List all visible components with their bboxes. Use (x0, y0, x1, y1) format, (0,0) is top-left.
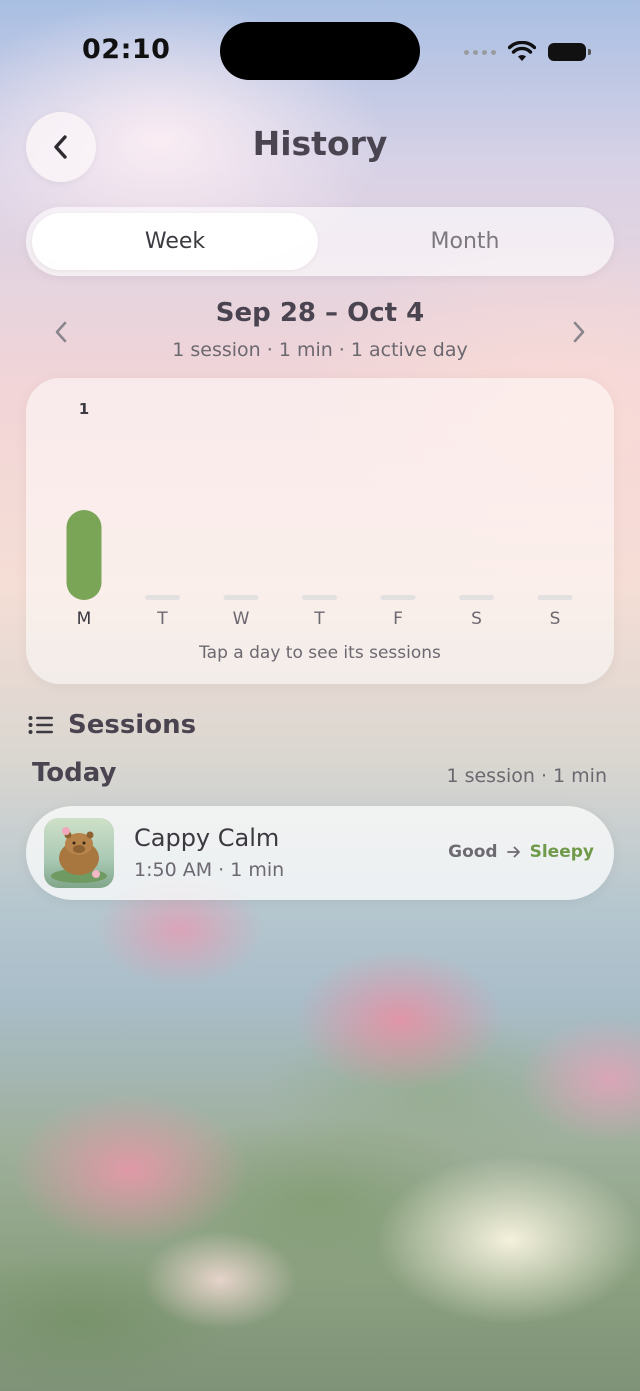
range-title: Sep 28 – Oct 4 (215, 298, 425, 328)
period-segmented-control: Week Month (26, 207, 614, 276)
sessions-title: Sessions (68, 710, 197, 740)
group-summary: 1 session · 1 min (446, 765, 607, 787)
chart-day-label[interactable]: W (233, 609, 250, 629)
chart-day-label[interactable]: S (550, 609, 561, 629)
arrow-right-icon (506, 846, 520, 858)
chart-day-label[interactable]: S (471, 609, 482, 629)
chart-day-label[interactable]: T (156, 609, 168, 629)
session-title: Cappy Calm (134, 824, 280, 852)
session-item[interactable]: Cappy Calm 1:50 AM · 1 min Good Sleepy (26, 806, 614, 900)
chart-day-label[interactable]: F (393, 609, 403, 629)
sessions-header: Sessions (28, 710, 196, 740)
cellular-signal-icon (464, 49, 496, 55)
group-label: Today (32, 758, 117, 788)
chart-bar-empty[interactable] (302, 595, 337, 600)
page-title: History (252, 124, 388, 163)
session-meta: 1:50 AM · 1 min (134, 859, 285, 881)
tab-month[interactable]: Month (322, 213, 608, 270)
chart-bar-empty[interactable] (145, 595, 180, 600)
chart-bar-empty[interactable] (380, 595, 416, 600)
weekly-chart-card: 1 M T W T F S S (26, 378, 614, 684)
chevron-right-icon (573, 321, 585, 343)
chart-day-label[interactable]: T (313, 609, 325, 629)
status-time: 02:10 (82, 34, 171, 65)
chart-bar-empty[interactable] (459, 595, 494, 600)
list-icon (28, 716, 53, 734)
chart-bar-empty[interactable] (537, 595, 573, 600)
session-thumbnail (44, 818, 114, 888)
chart-day-label[interactable]: M (77, 609, 92, 629)
chart-hint: Tap a day to see its sessions (199, 643, 441, 663)
next-week-button[interactable] (561, 314, 597, 350)
chart-bar-empty[interactable] (223, 595, 259, 600)
dynamic-island (220, 22, 420, 80)
mood-change: Good Sleepy (448, 842, 594, 862)
chart-bar[interactable] (66, 510, 102, 600)
weekly-bar-chart: 1 M T W T F S S (66, 400, 573, 629)
status-icons (464, 38, 591, 66)
mood-before: Good (448, 842, 498, 862)
battery-icon (548, 43, 591, 61)
wifi-icon (508, 41, 536, 61)
tab-week[interactable]: Week (32, 213, 318, 270)
mood-after: Sleepy (529, 842, 594, 862)
range-summary: 1 session · 1 min · 1 active day (172, 339, 468, 361)
chart-data-label: 1 (79, 400, 89, 418)
